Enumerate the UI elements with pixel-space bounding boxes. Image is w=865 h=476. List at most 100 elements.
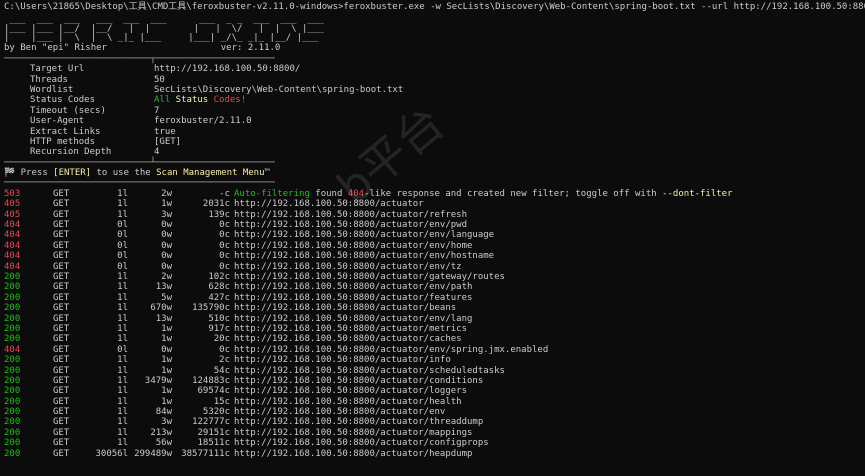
terminal[interactable]: C:\Users\21865\Desktop\工具\CMD工具\feroxbus… [4, 2, 865, 459]
config-key: Target Url [30, 64, 85, 75]
result-row: 200 GET 1l 670w 135790c http://192.168.100.50… [4, 303, 861, 313]
result-row: 200 GET 1l 1w 54c http://192.168.100.50:8800/… [4, 366, 861, 376]
method: GET [53, 355, 70, 366]
result-row: 200 GET 1l 1w 2c http://192.168.100.50:8800/a… [4, 355, 861, 365]
status-code: 200 [4, 375, 21, 386]
autofilter-message: Auto-filtering found 404-like response a… [230, 189, 733, 199]
char-count: 427c [208, 292, 230, 303]
result-row: 404 GET 0l 0w 0c http://192.168.100.50:8800/a… [4, 241, 861, 251]
line-count: 1l [117, 417, 128, 428]
line-count: 1l [117, 407, 128, 418]
status-code: 404 [4, 240, 21, 251]
status-code: 200 [4, 323, 21, 334]
autofilter-text: found [309, 188, 348, 199]
result-url: http://192.168.100.50:8800/actuator/bean… [234, 303, 457, 314]
autofilter-row: 503 GET 1l 2w -c Auto-filtering found 40… [4, 189, 861, 199]
press-middle: to use the [91, 168, 157, 179]
config-key: HTTP methods [30, 136, 96, 147]
char-count: 38577111c [181, 448, 230, 459]
config-key: Recursion Depth [30, 147, 112, 158]
line-count: 1l [117, 282, 128, 293]
result-url: http://192.168.100.50:8800/actuator/env/… [234, 220, 467, 231]
result-url: http://192.168.100.50:8800/actuator/sche… [234, 365, 505, 376]
word-count: 2w [161, 188, 172, 199]
line-count: 1l [117, 199, 128, 210]
line-count: 1l [117, 188, 128, 199]
result-row: 200 GET 1l 5w 427c http://192.168.100.50:8800… [4, 293, 861, 303]
line-count: 0l [117, 261, 128, 272]
status-code: 200 [4, 271, 21, 282]
line-count: 1l [117, 396, 128, 407]
method: GET [53, 365, 70, 376]
status-code: 200 [4, 396, 21, 407]
config-row: User-Agent feroxbuster/2.11.0 [4, 116, 861, 126]
char-count: 18511c [197, 438, 230, 449]
method: GET [53, 220, 70, 231]
status-code: 405 [4, 209, 21, 220]
word-count: 3w [161, 209, 172, 220]
filtered-code: 404 [347, 188, 365, 199]
line-count: 1l [117, 271, 128, 282]
result-url: http://192.168.100.50:8800/actuator/logg… [234, 386, 467, 397]
result-url: http://192.168.100.50:8800/actuator/env/… [234, 240, 473, 251]
word-count: 1w [161, 323, 172, 334]
method: GET [53, 375, 70, 386]
line-count: 1l [117, 209, 128, 220]
result-row: 200 GET 1l 3w 122777c http://192.168.100.50:8… [4, 417, 861, 427]
line-count: 0l [117, 230, 128, 241]
result-row: 200 GET 1l 2w 102c http://192.168.100.50:8800… [4, 272, 861, 282]
char-count: 0c [219, 261, 230, 272]
byline: by Ben "epi" Risher ver: 2.11.0 [4, 43, 861, 53]
line-count: 0l [117, 220, 128, 231]
result-row: 404 GET 0l 0w 0c http://192.168.100.50:8800/a… [4, 345, 861, 355]
status-code: 200 [4, 438, 21, 449]
result-row: 404 GET 0l 0w 0c http://192.168.100.50:8800/a… [4, 220, 861, 230]
config-value: SecLists\Discovery\Web-Content\spring-bo… [154, 84, 404, 95]
line-count: 1l [117, 303, 128, 314]
scan-management-menu: Scan Management Menu [156, 168, 265, 179]
char-count: 124883c [192, 375, 230, 386]
word-count: 1w [161, 396, 172, 407]
config-row: Recursion Depth 4 [4, 147, 861, 157]
status-code: 200 [4, 355, 21, 366]
result-url: http://192.168.100.50:8800/actuator/cach… [234, 334, 462, 345]
line-count: 0l [117, 251, 128, 262]
enter-key: [ENTER] [53, 168, 92, 179]
method: GET [53, 282, 70, 293]
word-count: 670w [150, 303, 172, 314]
line-count: 1l [117, 323, 128, 334]
char-count: 139c [208, 209, 230, 220]
status-codes-part: All [154, 95, 171, 106]
result-url: http://192.168.100.50:8800/actuator/env/… [234, 261, 462, 272]
config-value: http://192.168.100.50:8800/ [154, 64, 301, 75]
line-count: 1l [117, 292, 128, 303]
method: GET [53, 386, 70, 397]
method: GET [53, 209, 70, 220]
status-code: 200 [4, 282, 21, 293]
result-row: 404 GET 0l 0w 0c http://192.168.100.50:8800/a… [4, 251, 861, 261]
method: GET [53, 313, 70, 324]
config-value: true [154, 126, 176, 137]
result-row: 200 GET 1l 84w 5320c http://192.168.100.50:88… [4, 407, 861, 417]
config-value: 4 [154, 147, 160, 158]
config-value: 7 [154, 105, 160, 116]
word-count: 1w [161, 365, 172, 376]
config-key: Extract Links [30, 126, 101, 137]
word-count: 1w [161, 386, 172, 397]
result-url: http://192.168.100.50:8800/actuator/metr… [234, 323, 467, 334]
word-count: 56w [155, 438, 172, 449]
status-code: 404 [4, 261, 21, 272]
word-count: 3479w [144, 375, 172, 386]
config-row: Extract Links true [4, 127, 861, 137]
separator-top: ───────────────────────────┬────────────… [4, 53, 275, 64]
word-count: 1w [161, 355, 172, 366]
result-row: 200 GET 1l 213w 29151c http://192.168.100.50:… [4, 428, 861, 438]
status-code: 200 [4, 334, 21, 345]
result-url: http://192.168.100.50:8800/actuator/heap… [234, 448, 473, 459]
status-code: 200 [4, 292, 21, 303]
line-count: 0l [117, 240, 128, 251]
status-code: 200 [4, 365, 21, 376]
char-count: 0c [219, 240, 230, 251]
char-count: 917c [208, 323, 230, 334]
status-code: 200 [4, 407, 21, 418]
